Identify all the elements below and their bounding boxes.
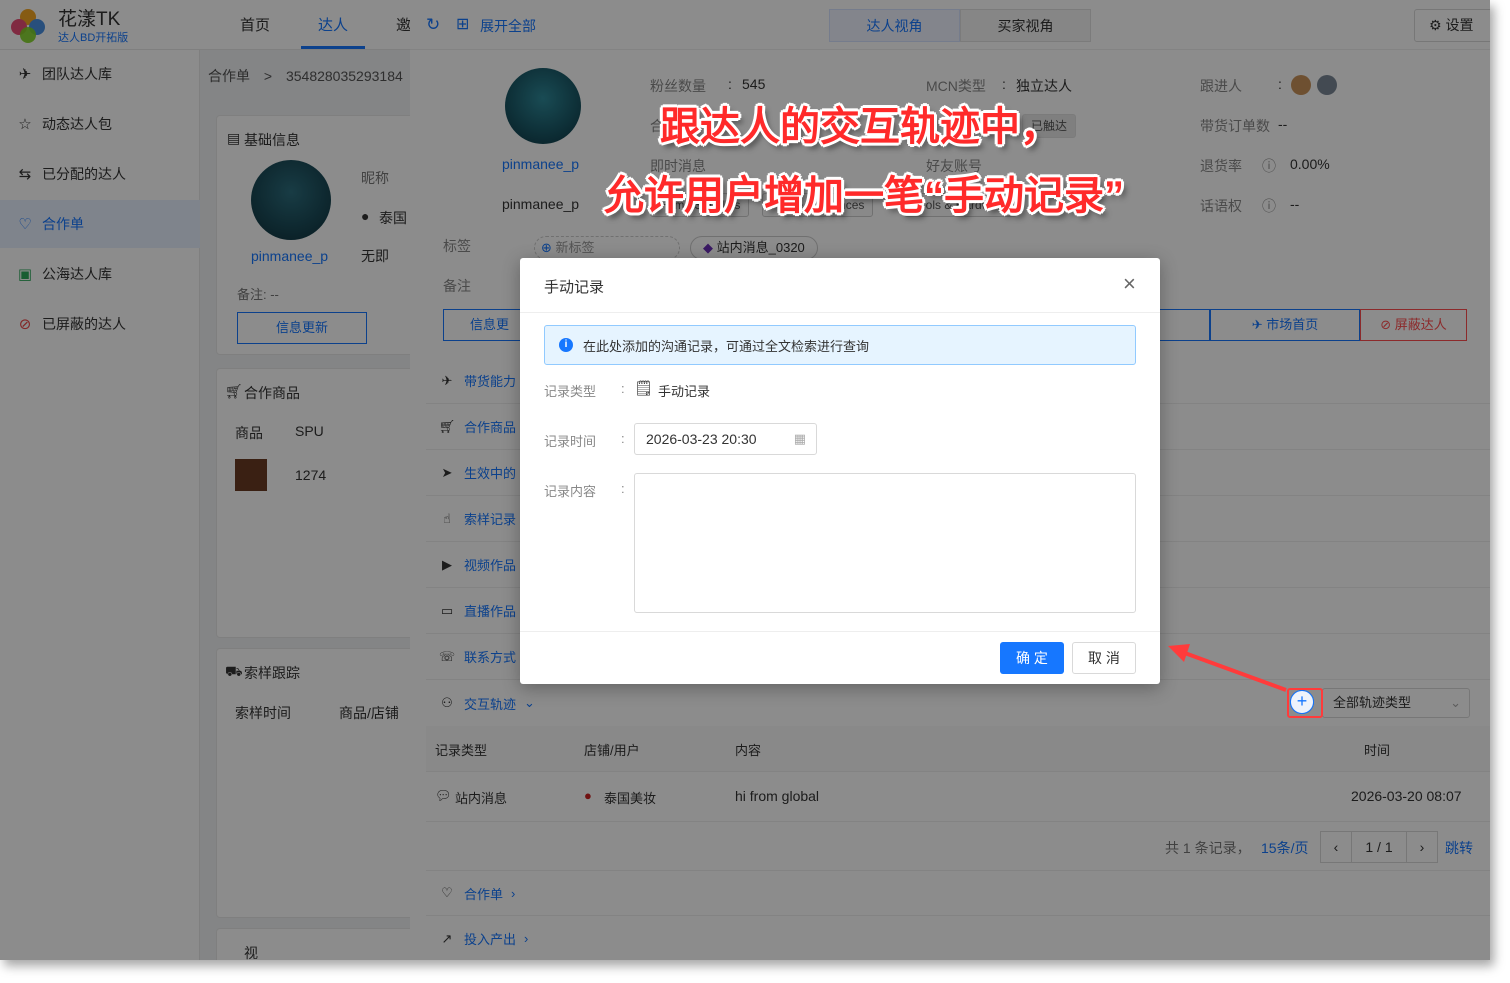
calendar-icon: ▦ bbox=[793, 431, 806, 446]
close-icon[interactable]: × bbox=[1123, 272, 1136, 296]
manual-record-modal: 手动记录 × i 在此处添加的沟通记录，可通过全文检索进行查询 记录类型 : 🗒… bbox=[520, 258, 1160, 684]
record-time-input[interactable]: 2026-03-23 20:30 ▦ bbox=[634, 423, 817, 455]
record-content-textarea[interactable] bbox=[634, 473, 1136, 613]
info-alert: i 在此处添加的沟通记录，可通过全文检索进行查询 bbox=[544, 325, 1136, 365]
modal-title: 手动记录 bbox=[544, 279, 605, 296]
cancel-button[interactable]: 取 消 bbox=[1072, 642, 1136, 674]
annotation-line1: 跟达人的交互轨迹中， bbox=[660, 105, 1060, 149]
record-time-label: 记录时间 bbox=[544, 434, 597, 449]
screenshot-frame: 花漾TK 达人BD开拓版 首页 达人 邀 ✈ 团队达人库 ☆ 动态达人包 ⇆ 已分配的… bbox=[0, 0, 1490, 960]
confirm-button[interactable]: 确 定 bbox=[1000, 642, 1064, 674]
record-type-label: 记录类型 bbox=[544, 384, 597, 399]
info-text: 在此处添加的沟通记录，可通过全文检索进行查询 bbox=[583, 338, 870, 354]
record-type-value: 手动记录 bbox=[658, 384, 711, 399]
modal-header: 手动记录 × bbox=[520, 258, 1160, 313]
record-content-label: 记录内容 bbox=[544, 484, 597, 499]
note-icon: 🗒︎ bbox=[634, 380, 654, 397]
info-icon: i bbox=[559, 338, 573, 352]
annotation-line2: 允许用户增加一笔“手动记录” bbox=[604, 174, 1124, 218]
modal-footer bbox=[520, 631, 1160, 684]
annotation-arrow bbox=[1168, 644, 1287, 692]
